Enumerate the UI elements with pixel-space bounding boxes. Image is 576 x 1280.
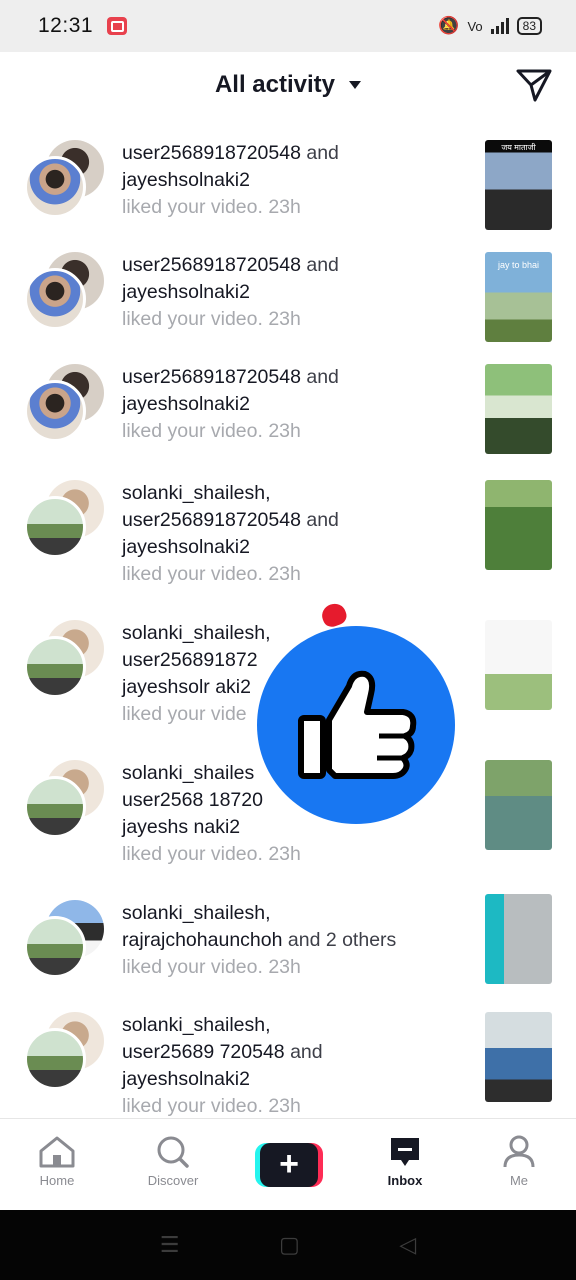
activity-filter-title[interactable]: All activity	[215, 71, 335, 99]
video-thumbnail[interactable]	[485, 364, 552, 454]
username[interactable]: jayeshs naki2	[122, 816, 240, 838]
video-thumbnail[interactable]	[485, 480, 552, 570]
activity-description: liked your video. 23h	[122, 563, 301, 585]
username[interactable]: jayeshsolnaki2	[122, 536, 250, 558]
avatar	[24, 636, 86, 698]
video-thumbnail[interactable]: जय माताजी	[485, 140, 552, 230]
tab-home[interactable]: Home	[12, 1135, 102, 1188]
status-icons: 🔕 Vo 83	[438, 16, 542, 36]
conjunction-text: and	[290, 1041, 323, 1063]
volte-icon: Vo	[467, 18, 483, 34]
stacked-avatars[interactable]	[24, 480, 104, 560]
username[interactable]: user2568918720548	[122, 254, 301, 276]
activity-description: liked your video. 23h	[122, 196, 301, 218]
activity-description: liked your video. 23h	[122, 420, 301, 442]
conjunction-text: and	[306, 254, 339, 276]
battery-indicator: 83	[516, 17, 542, 35]
avatar	[24, 916, 86, 978]
activity-text: user2568918720548 and jayeshsolnaki2 lik…	[122, 252, 462, 333]
conjunction-text: and	[306, 366, 339, 388]
activity-text: user2568918720548 and jayeshsolnaki2 lik…	[122, 140, 462, 221]
stacked-avatars[interactable]	[24, 364, 104, 444]
avatar	[24, 380, 86, 442]
stacked-avatars[interactable]	[24, 140, 104, 220]
username[interactable]: solanki_shailesh,	[122, 902, 271, 924]
stacked-avatars[interactable]	[24, 900, 104, 980]
video-thumbnail[interactable]	[485, 1012, 552, 1102]
tab-label: Inbox	[387, 1173, 423, 1188]
username[interactable]: solanki_shailesh,	[122, 482, 271, 504]
video-thumbnail[interactable]	[485, 620, 552, 710]
tab-label: Me	[509, 1173, 529, 1188]
activity-text: solanki_shailesh, user25689 720548 and j…	[122, 1012, 462, 1118]
activity-description: liked your video. 23h	[122, 843, 301, 865]
signal-icon	[490, 18, 509, 34]
stacked-avatars[interactable]	[24, 620, 104, 700]
search-icon	[157, 1136, 189, 1168]
activity-text: user2568918720548 and jayeshsolnaki2 lik…	[122, 364, 462, 445]
system-navigation-bar: ☰ ▢ ◁	[0, 1210, 576, 1280]
username[interactable]: jayeshsolnaki2	[122, 1068, 250, 1090]
thumbnail-caption: jay to bhai	[497, 260, 540, 270]
tab-label: Home	[39, 1173, 75, 1188]
back-icon[interactable]: ◁	[399, 1232, 416, 1258]
activity-list: user2568918720548 and jayeshsolnaki2 lik…	[0, 130, 576, 1118]
thumbs-up-icon	[298, 670, 417, 779]
username[interactable]: jayeshsolnaki2	[122, 281, 250, 303]
thumbnail-caption: जय माताजी	[501, 143, 536, 152]
tab-me[interactable]: Me	[474, 1135, 564, 1188]
recent-apps-icon[interactable]: ☰	[160, 1232, 180, 1258]
inbox-icon	[391, 1138, 419, 1166]
activity-text: solanki_shailesh, rajrajchohaunchoh and …	[122, 900, 462, 981]
home-icon	[39, 1136, 75, 1168]
stacked-avatars[interactable]	[24, 252, 104, 332]
inbox-header: All activity	[0, 52, 576, 118]
video-thumbnail[interactable]: jay to bhai	[485, 252, 552, 342]
dropdown-caret-icon[interactable]	[349, 81, 362, 89]
direct-message-icon[interactable]	[514, 65, 554, 105]
bottom-tab-bar: Home Discover + Inbox Me	[0, 1118, 576, 1210]
username[interactable]: user2568918720548	[122, 366, 301, 388]
silent-bell-icon: 🔕	[438, 16, 460, 35]
username[interactable]: solanki_shailes	[122, 762, 254, 784]
avatar	[24, 156, 86, 218]
username[interactable]: user2568918720548	[122, 509, 301, 531]
create-video-button[interactable]: +	[255, 1143, 323, 1187]
screen-record-icon	[107, 17, 128, 35]
profile-icon	[503, 1135, 535, 1168]
plus-icon: +	[260, 1143, 318, 1187]
status-bar: 12:31 🔕 Vo 83	[0, 0, 576, 52]
username[interactable]: user256891872	[122, 649, 258, 671]
username[interactable]: user2568918720548	[122, 142, 301, 164]
home-button-icon[interactable]: ▢	[279, 1232, 300, 1258]
tab-label: Discover	[147, 1173, 199, 1188]
activity-description: liked your video. 23h	[122, 308, 301, 330]
username[interactable]: user2568 18720	[122, 789, 263, 811]
conjunction-text: and	[306, 509, 339, 531]
username[interactable]: solanki_shailesh,	[122, 622, 271, 644]
tab-inbox[interactable]: Inbox	[360, 1135, 450, 1188]
username[interactable]: jayeshsolnaki2	[122, 169, 250, 191]
username[interactable]: user25689 720548	[122, 1041, 285, 1063]
avatar	[24, 1028, 86, 1090]
activity-text: solanki_shailesh, user2568918720548 and …	[122, 480, 462, 588]
username[interactable]: rajrajchohaunchoh	[122, 929, 282, 951]
conjunction-text: and 2 others	[287, 929, 397, 951]
tab-discover[interactable]: Discover	[128, 1135, 218, 1188]
conjunction-text: and	[306, 142, 339, 164]
stacked-avatars[interactable]	[24, 1012, 104, 1092]
username[interactable]: solanki_shailesh,	[122, 1014, 271, 1036]
avatar	[24, 496, 86, 558]
avatar	[24, 776, 86, 838]
activity-description: liked your video. 23h	[122, 1095, 301, 1117]
username[interactable]: jayeshsolnaki2	[122, 393, 250, 415]
video-thumbnail[interactable]	[485, 894, 552, 984]
video-thumbnail[interactable]	[485, 760, 552, 850]
status-time: 12:31	[38, 14, 94, 37]
avatar	[24, 268, 86, 330]
activity-description: liked your video. 23h	[122, 956, 301, 978]
stacked-avatars[interactable]	[24, 760, 104, 840]
username[interactable]: jayeshsolr aki2	[122, 676, 251, 698]
like-thumbs-up-icon	[257, 626, 455, 824]
